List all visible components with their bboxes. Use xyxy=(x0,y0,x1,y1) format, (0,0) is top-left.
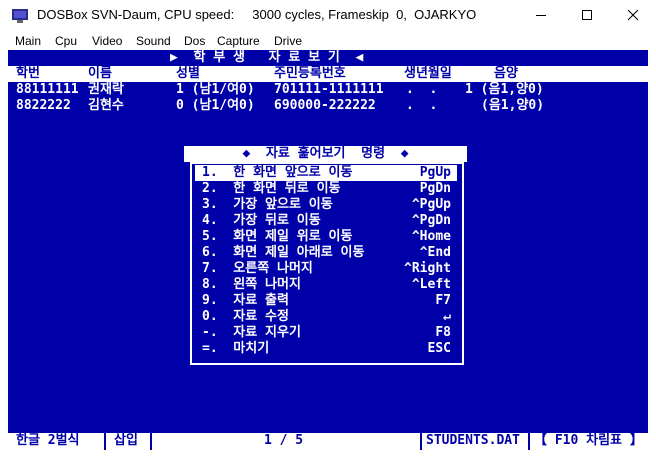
record-id: 88111111 xyxy=(16,82,79,97)
menu-cpu[interactable]: Cpu xyxy=(55,34,77,48)
menu-item-scroll-right[interactable]: 7. 오른쪽 나머지 ^Right xyxy=(195,261,457,277)
status-bar: 한글 2벌식 삽입 1 / 5 STUDENTS.DAT 【 F10 차림표 】 xyxy=(8,433,648,450)
record-name: 김현수 xyxy=(88,98,124,113)
menu-item-shortcut: ^Home xyxy=(411,229,451,244)
col-id: 학번 xyxy=(16,66,40,81)
col-birth: 생년월일 xyxy=(404,66,452,81)
menu-item-shortcut: ^Right xyxy=(404,261,451,276)
menu-item-label: 2. 한 화면 뒤로 이동 xyxy=(202,181,341,196)
record-ssn: 690000-222222 xyxy=(274,98,376,113)
record-sex: 1 (남1/여0) xyxy=(176,82,255,97)
menu-item-label: 7. 오른쪽 나머지 xyxy=(202,261,313,276)
menu-item-label: 3. 가장 앞으로 이동 xyxy=(202,197,333,212)
record-sex: 0 (남1/여0) xyxy=(176,98,255,113)
status-file: STUDENTS.DAT xyxy=(426,433,520,448)
enter-key-icon: ↵ xyxy=(443,309,451,324)
minimize-button[interactable] xyxy=(518,0,564,30)
menu-item-print[interactable]: 9. 자료 출력 F7 xyxy=(195,293,457,309)
menu-item-scroll-left[interactable]: 8. 왼쪽 나머지 ^Left xyxy=(195,277,457,293)
screen-title: ▶ 학 부 생 자 료 보 기 ◀ xyxy=(170,50,364,65)
menu-item-shortcut: PgUp xyxy=(419,165,451,180)
window-titlebar: DOSBox SVN-Daum, CPU speed: 3000 cycles,… xyxy=(0,0,656,30)
menu-item-page-back[interactable]: 2. 한 화면 뒤로 이동 PgDn xyxy=(195,181,457,197)
record-lunar: 1 (음1,양0) xyxy=(465,82,544,97)
menu-item-label: 9. 자료 출력 xyxy=(202,293,289,308)
menu-item-shortcut: ^PgUp xyxy=(411,197,451,212)
status-input-mode: 한글 2벌식 xyxy=(16,433,80,448)
menu-item-shortcut: ^PgDn xyxy=(411,213,451,228)
menu-main[interactable]: Main xyxy=(15,34,41,48)
menu-item-page-forward[interactable]: 1. 한 화면 앞으로 이동 PgUp xyxy=(195,165,457,181)
dos-screen[interactable]: ▶ 학 부 생 자 료 보 기 ◀ 학번 이름 성별 주민등록번호 생년월일 음… xyxy=(8,50,648,450)
col-lunar: 음양 xyxy=(494,66,518,81)
status-divider xyxy=(104,433,106,450)
status-divider xyxy=(420,433,422,450)
close-button[interactable] xyxy=(610,0,656,30)
menu-item-screen-top[interactable]: 5. 화면 제일 위로 이동 ^Home xyxy=(195,229,457,245)
menu-item-shortcut: ^Left xyxy=(411,277,451,292)
dosbox-app-icon[interactable] xyxy=(12,8,28,23)
menu-item-label: 8. 왼쪽 나머지 xyxy=(202,277,301,292)
menu-item-go-last[interactable]: 4. 가장 뒤로 이동 ^PgDn xyxy=(195,213,457,229)
menu-item-shortcut: F8 xyxy=(435,325,451,340)
menu-drive[interactable]: Drive xyxy=(274,34,302,48)
menu-item-shortcut: ESC xyxy=(427,341,451,356)
record-birth: . . xyxy=(406,82,438,97)
menu-item-go-first[interactable]: 3. 가장 앞으로 이동 ^PgUp xyxy=(195,197,457,213)
col-name: 이름 xyxy=(88,66,112,81)
status-divider xyxy=(528,433,530,450)
record-birth: . . xyxy=(406,98,438,113)
browse-commands-dialog: 1. 한 화면 앞으로 이동 PgUp 2. 한 화면 뒤로 이동 PgDn 3. … xyxy=(190,162,464,365)
menu-item-delete[interactable]: -. 자료 지우기 F8 xyxy=(195,325,457,341)
status-help[interactable]: 【 F10 차림표 】 xyxy=(534,433,643,449)
status-divider xyxy=(150,433,152,450)
menu-capture[interactable]: Capture xyxy=(217,34,260,48)
menu-item-screen-bottom[interactable]: 6. 화면 제일 아래로 이동 ^End xyxy=(195,245,457,261)
table-row[interactable]: 88111111 권재락 1 (남1/여0) 701111-1111111 . … xyxy=(8,82,648,98)
browse-commands-title: ◆ 자료 훑어보기 명령 ◆ xyxy=(184,146,467,162)
status-page: 1 / 5 xyxy=(264,433,304,448)
record-ssn: 701111-1111111 xyxy=(274,82,384,97)
record-id: 8822222 xyxy=(16,98,71,113)
menu-item-label: =. 마치기 xyxy=(202,341,270,356)
menu-item-shortcut: ^End xyxy=(419,245,451,260)
record-lunar: (음1,양0) xyxy=(481,98,545,113)
menu-sound[interactable]: Sound xyxy=(136,34,171,48)
screen-title-row: ▶ 학 부 생 자 료 보 기 ◀ xyxy=(8,50,648,66)
menu-item-label: 5. 화면 제일 위로 이동 xyxy=(202,229,353,244)
column-header-row: 학번 이름 성별 주민등록번호 생년월일 음양 xyxy=(8,66,648,82)
menu-item-quit[interactable]: =. 마치기 ESC xyxy=(195,341,457,357)
record-name: 권재락 xyxy=(88,82,124,97)
menu-item-label: 1. 한 화면 앞으로 이동 xyxy=(202,165,353,180)
menu-item-shortcut: PgDn xyxy=(419,181,451,196)
minimize-icon xyxy=(536,15,546,16)
menu-dos[interactable]: Dos xyxy=(184,34,205,48)
menu-item-label: 0. 자료 수정 xyxy=(202,309,289,324)
menu-item-label: -. 자료 지우기 xyxy=(202,325,301,340)
maximize-button[interactable] xyxy=(564,0,610,30)
close-icon xyxy=(627,9,639,21)
menu-item-shortcut: F7 xyxy=(435,293,451,308)
col-ssn: 주민등록번호 xyxy=(274,66,346,81)
window-title: DOSBox SVN-Daum, CPU speed: 3000 cycles,… xyxy=(37,7,477,22)
col-sex: 성별 xyxy=(176,66,200,81)
status-insert-mode: 삽입 xyxy=(114,433,138,448)
maximize-icon xyxy=(582,10,592,20)
table-row[interactable]: 8822222 김현수 0 (남1/여0) 690000-222222 . . … xyxy=(8,98,648,114)
menu-bar: Main Cpu Video Sound Dos Capture Drive xyxy=(0,31,656,50)
menu-item-edit[interactable]: 0. 자료 수정 ↵ xyxy=(195,309,457,325)
menu-video[interactable]: Video xyxy=(92,34,122,48)
menu-item-label: 4. 가장 뒤로 이동 xyxy=(202,213,321,228)
menu-item-label: 6. 화면 제일 아래로 이동 xyxy=(202,245,365,260)
